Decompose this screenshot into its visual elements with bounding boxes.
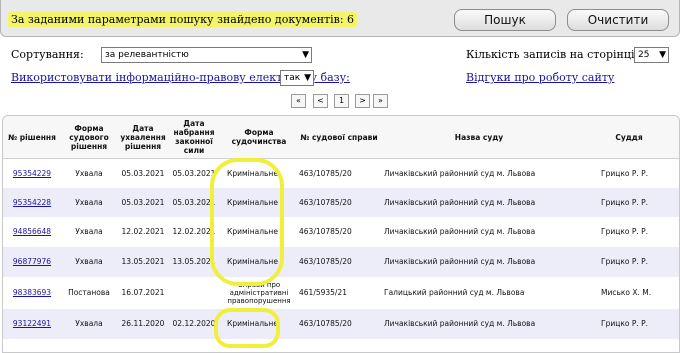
date-force-cell: 05.03.2021 — [172, 168, 216, 178]
date-force-cell: 13.05.2021 — [172, 257, 216, 266]
form-cell: Ухвала — [75, 168, 103, 178]
proceeding-cell: Кримінальне — [227, 319, 278, 328]
table-row: 96877976 Ухвала 13.05.2021 13.05.2021 Кр… — [3, 247, 679, 277]
proceeding-cell: Кримінальне — [227, 197, 278, 207]
court-name-cell: Личаківський районний суд м. Львова — [384, 227, 536, 236]
court-name-cell: Личаківський районний суд м. Львова — [384, 257, 536, 266]
case-number-cell: 461/5935/21 — [299, 288, 347, 297]
chevron-down-icon: ▼ — [302, 50, 309, 60]
date-adopt-cell: 05.03.2021 — [121, 168, 165, 178]
pager-last-button[interactable]: » — [373, 94, 388, 108]
judge-cell: Грицко Р. Р. — [601, 197, 649, 207]
col-header-judge: Суддя — [615, 132, 643, 142]
col-header-date-adopt: Дата ухвалення рішення — [120, 123, 166, 151]
table-row: 93122491 Ухвала 26.11.2020 02.12.2020 Кр… — [3, 309, 679, 339]
search-button[interactable]: Пошук — [454, 9, 556, 31]
judge-cell: Грицко Р. Р. — [601, 319, 649, 328]
form-cell: Ухвала — [75, 319, 103, 328]
decision-number-link[interactable]: 95354228 — [13, 198, 51, 207]
case-number-cell: 463/10785/20 — [299, 227, 352, 236]
form-cell: Ухвала — [75, 227, 103, 236]
court-name-cell: Личаківський районний суд м. Львова — [384, 168, 536, 178]
per-page-value: 25 — [638, 50, 650, 60]
pager-prev-button[interactable]: < — [313, 94, 328, 108]
pager-first-button[interactable]: « — [291, 94, 306, 108]
decision-number-link[interactable]: 98383693 — [13, 289, 51, 297]
case-number-cell: 463/10785/20 — [299, 197, 352, 207]
form-cell: Ухвала — [75, 257, 103, 266]
form-cell: Ухвала — [75, 197, 103, 207]
sort-label: Сортування: — [11, 48, 84, 61]
col-header-date-force: Дата набрання законної сили — [173, 119, 215, 155]
date-adopt-cell: 05.03.2021 — [121, 197, 165, 207]
decision-number-link[interactable]: 94856648 — [13, 228, 51, 236]
table-row: 98383693 Постанова 16.07.2021 Справи про… — [3, 277, 679, 309]
judge-cell: Грицко Р. Р. — [601, 227, 649, 236]
date-force-cell: 05.03.2021 — [172, 197, 216, 207]
table-row: 94856648 Ухвала 12.02.2021 12.02.2021 Кр… — [3, 217, 679, 247]
court-name-cell: Личаківський районний суд м. Львова — [384, 197, 536, 207]
judge-cell: Мисько Х. М. — [601, 288, 652, 297]
result-count-text: За заданими параметрами пошуку знайдено … — [8, 12, 358, 27]
date-adopt-cell: 12.02.2021 — [121, 227, 165, 236]
col-header-court: Назва суду — [454, 132, 504, 142]
judge-cell: Грицко Р. Р. — [601, 257, 649, 266]
sort-select-value: за релевантністю — [105, 50, 189, 60]
clear-button[interactable]: Очистити — [567, 9, 669, 31]
search-result-panel: За заданими параметрами пошуку знайдено … — [0, 0, 680, 37]
date-adopt-cell: 13.05.2021 — [121, 257, 165, 266]
per-page-label: Кількість записів на сторінці: — [466, 48, 639, 61]
pager-current-page[interactable]: 1 — [334, 94, 349, 108]
col-header-form: Форма судового рішення — [69, 123, 109, 151]
case-number-cell: 463/10785/20 — [299, 257, 352, 266]
decision-number-link[interactable]: 96877976 — [13, 258, 51, 266]
col-header-case: № судової справи — [300, 132, 378, 142]
date-adopt-cell: 16.07.2021 — [121, 288, 165, 297]
pager-next-button[interactable]: > — [355, 94, 370, 108]
form-cell: Постанова — [68, 288, 110, 297]
chevron-down-icon: ▼ — [659, 50, 666, 60]
decision-number-link[interactable]: 93122491 — [13, 320, 51, 328]
proceeding-cell: Кримінальне — [227, 168, 278, 178]
use-base-value: так — [284, 73, 301, 83]
proceeding-cell: Кримінальне — [227, 257, 278, 266]
use-base-select[interactable]: так ▼ — [280, 70, 314, 86]
date-force-cell — [169, 277, 219, 309]
results-table: № рішення Форма судового рішення Дата ух… — [2, 115, 680, 353]
chevron-down-icon: ▼ — [304, 73, 311, 83]
col-header-num: № рішення — [8, 132, 56, 142]
judge-cell: Грицко Р. Р. — [601, 168, 649, 178]
court-name-cell: Галицький районний суд м. Львова — [384, 288, 525, 297]
sort-select[interactable]: за релевантністю ▼ — [101, 47, 312, 63]
col-header-proc: Форма судочинства — [231, 128, 287, 146]
table-header: № рішення Форма судового рішення Дата ух… — [3, 116, 679, 159]
table-row: 95354228 Ухвала 05.03.2021 05.03.2021 Кр… — [3, 188, 679, 217]
court-name-cell: Личаківський районний суд м. Львова — [384, 319, 536, 328]
proceeding-cell: Кримінальне — [227, 227, 278, 236]
case-number-cell: 463/10785/20 — [299, 168, 352, 178]
case-number-cell: 463/10785/20 — [299, 319, 352, 328]
decision-number-link[interactable]: 95354229 — [13, 169, 51, 178]
date-adopt-cell: 26.11.2020 — [121, 319, 165, 328]
date-force-cell: 02.12.2020 — [172, 319, 216, 328]
per-page-select[interactable]: 25 ▼ — [634, 47, 669, 63]
date-force-cell: 12.02.2021 — [172, 227, 216, 236]
feedback-link[interactable]: Відгуки про роботу сайту — [466, 71, 614, 84]
table-row: 95354229 Ухвала 05.03.2021 05.03.2021 Кр… — [3, 159, 679, 188]
proceeding-cell: Справи про адміністративні правопорушенн… — [227, 281, 291, 305]
